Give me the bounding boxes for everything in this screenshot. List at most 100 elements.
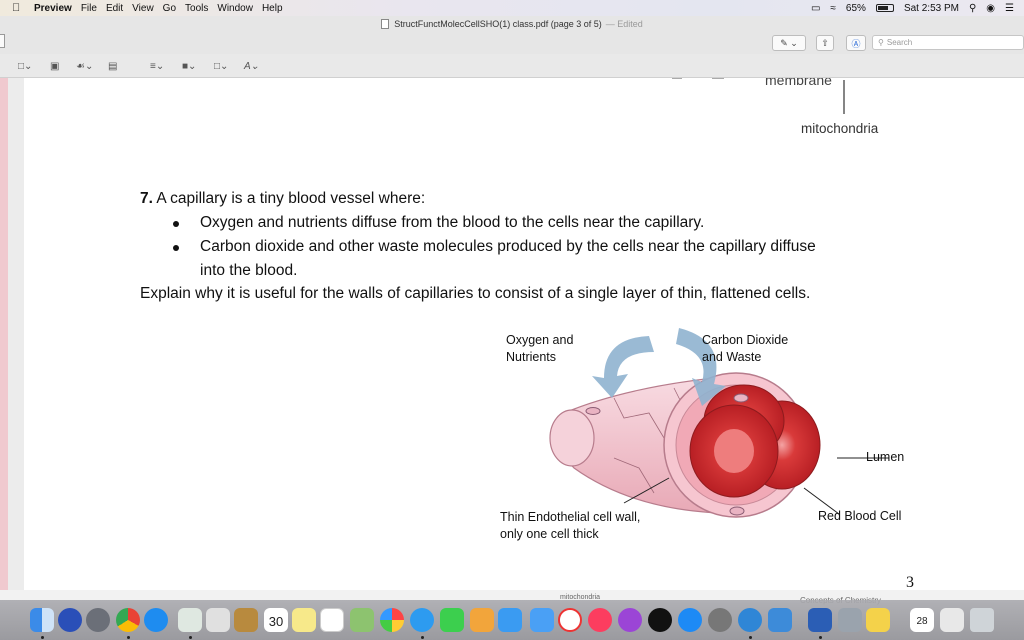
chrome-icon[interactable] [116, 608, 140, 632]
messages-icon[interactable] [410, 608, 434, 632]
safari-icon[interactable] [144, 608, 168, 632]
question-intro: 7. A capillary is a tiny blood vessel wh… [140, 190, 425, 208]
folder-icon[interactable] [838, 608, 862, 632]
running-indicator [41, 636, 44, 639]
running-indicator [749, 636, 752, 639]
fill-color-icon[interactable]: □⌄ [214, 61, 228, 72]
trash-icon[interactable] [970, 608, 994, 632]
endothelial-nucleus [729, 506, 745, 516]
music-icon[interactable] [588, 608, 612, 632]
app-store-icon[interactable] [678, 608, 702, 632]
menu-file[interactable]: File [81, 3, 106, 14]
page-gutter [8, 78, 24, 590]
sketch-tool-icon[interactable]: ☙⌄ [76, 61, 93, 72]
stickies-icon[interactable] [866, 608, 890, 632]
facetime-icon[interactable] [440, 608, 464, 632]
edited-indicator: — Edited [605, 19, 643, 29]
finder-icon[interactable] [30, 608, 54, 632]
keynote-icon[interactable] [530, 608, 554, 632]
co2-label-line1: Carbon Dioxide [702, 333, 789, 347]
numbers-icon[interactable] [498, 608, 522, 632]
mitochondria-label: mitochondria [801, 121, 879, 136]
lumen-label: Lumen [866, 450, 905, 464]
share-button[interactable]: ⇧ [816, 35, 834, 51]
menu-bar:  Preview File Edit View Go Tools Window… [0, 0, 1024, 16]
spotlight-icon[interactable]: ⚲ [969, 3, 976, 14]
app-icon[interactable] [768, 608, 792, 632]
pen-tool-button[interactable]: ✎ ⌄ [772, 35, 806, 51]
menu-edit[interactable]: Edit [106, 3, 132, 14]
line-style-icon[interactable]: ≡⌄ [150, 61, 164, 72]
downloads-stack-icon[interactable] [940, 608, 964, 632]
siri-icon[interactable]: ◉ [986, 3, 995, 14]
calendar-stack-icon[interactable]: 28 [910, 608, 934, 632]
endothelial-nucleus [733, 393, 749, 403]
notification-center-icon[interactable]: ☰ [1005, 3, 1014, 14]
pdf-page: membrane mitochondria 7. A capillary is … [24, 78, 1024, 590]
siri-dock-icon[interactable] [58, 608, 82, 632]
bullet-oxygen: Oxygen and nutrients diffuse from the bl… [200, 214, 705, 231]
running-indicator [819, 636, 822, 639]
question-intro-text: A capillary is a tiny blood vessel where… [156, 190, 426, 207]
endothelial-nucleus [585, 407, 601, 415]
menu-view[interactable]: View [132, 3, 163, 14]
page-number: 3 [906, 574, 914, 590]
battery-icon[interactable] [875, 4, 894, 12]
pages-icon[interactable] [470, 608, 494, 632]
search-icon: ⚲ [878, 38, 884, 47]
reminders-icon[interactable] [320, 608, 344, 632]
menu-window[interactable]: Window [217, 3, 262, 14]
running-indicator [421, 636, 424, 639]
skype-icon[interactable] [738, 608, 762, 632]
toolbar [0, 32, 1024, 54]
calendar-icon[interactable]: 30 [264, 608, 288, 632]
launchpad-icon[interactable] [86, 608, 110, 632]
oxygen-label-line1: Oxygen and [506, 333, 574, 347]
co2-label-line2: and Waste [702, 350, 762, 364]
contacts-icon[interactable] [234, 608, 258, 632]
menu-go[interactable]: Go [163, 3, 185, 14]
text-style-icon[interactable]: A⌄ [244, 61, 259, 72]
capillary-far-end [549, 409, 595, 467]
note-tool-icon[interactable]: ▤ [108, 61, 117, 72]
maps-icon[interactable] [350, 608, 374, 632]
question-number: 7. [140, 190, 153, 207]
news-icon[interactable] [558, 608, 582, 632]
bullet-co2-line2: into the blood. [200, 262, 298, 279]
selection-tool-icon[interactable]: □⌄ [18, 61, 32, 72]
calculator-icon[interactable] [206, 608, 230, 632]
window-title-bar: StructFunctMolecCellSHO(1) class.pdf (pa… [0, 16, 1024, 32]
battery-percent[interactable]: 65% [846, 3, 866, 14]
wall-label-line1: Thin Endothelial cell wall, [500, 510, 641, 524]
word-icon[interactable] [808, 608, 832, 632]
document-icon [381, 19, 390, 29]
tv-icon[interactable] [648, 608, 672, 632]
bullet-marker [173, 245, 179, 251]
clock[interactable]: Sat 2:53 PM [904, 3, 959, 14]
notes-icon[interactable] [292, 608, 316, 632]
system-preferences-icon[interactable] [708, 608, 732, 632]
menu-preview[interactable]: Preview [34, 3, 81, 14]
preview-dock-icon[interactable] [178, 608, 202, 632]
photos-icon[interactable] [380, 608, 404, 632]
question-prompt: Explain why it is useful for the walls o… [140, 285, 811, 302]
sidebar-toggle-button[interactable] [0, 34, 5, 48]
border-color-icon[interactable]: ■⌄ [182, 61, 196, 72]
sidebar-edge [0, 78, 8, 590]
podcasts-icon[interactable] [618, 608, 642, 632]
window-title: StructFunctMolecCellSHO(1) class.pdf (pa… [394, 19, 602, 29]
running-indicator [189, 636, 192, 639]
apple-icon[interactable]:  [12, 2, 24, 14]
markup-button[interactable]: Ⓐ [846, 35, 866, 51]
menu-help[interactable]: Help [262, 3, 292, 14]
wifi-icon[interactable]: ≈ [830, 3, 836, 14]
search-input[interactable]: ⚲ Search [872, 35, 1024, 50]
oxygen-label-line2: Nutrients [506, 350, 557, 364]
rbc-center [714, 429, 754, 473]
text-tool-icon[interactable]: ▣ [50, 61, 59, 72]
bullet-marker [173, 221, 179, 227]
bullet-co2-line1: Carbon dioxide and other waste molecules… [200, 238, 816, 255]
menu-tools[interactable]: Tools [185, 3, 217, 14]
airplay-icon[interactable]: ▭ [811, 3, 820, 14]
search-placeholder: Search [886, 38, 913, 47]
